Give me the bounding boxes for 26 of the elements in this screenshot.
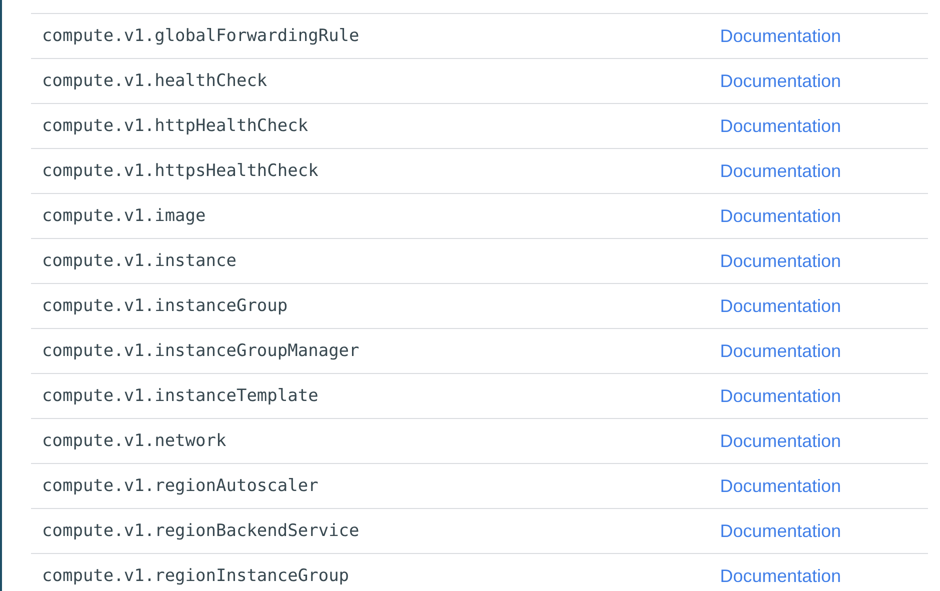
documentation-link[interactable]: Documentation — [720, 70, 842, 92]
documentation-link[interactable]: Documentation — [720, 296, 842, 316]
type-name: compute.v1.httpsHealthCheck — [41, 161, 320, 181]
documentation-link[interactable]: Documentation — [720, 566, 842, 586]
documentation-link[interactable]: Documentation — [720, 26, 842, 46]
type-name: compute.v1.instanceGroupManager — [41, 341, 360, 361]
type-name: compute.v1.healthCheck — [41, 71, 268, 91]
type-name: compute.v1.globalForwardingRule — [41, 26, 360, 46]
type-name: compute.v1.network — [41, 431, 228, 451]
type-name: compute.v1.instanceGroup — [41, 296, 289, 316]
documentation-link[interactable]: Documentation — [720, 250, 842, 272]
documentation-link[interactable]: Documentation — [720, 340, 842, 362]
type-name: compute.v1.regionBackendService — [41, 521, 360, 541]
documentation-link[interactable]: Documentation — [720, 116, 842, 136]
documentation-link[interactable]: Documentation — [720, 206, 842, 226]
type-name: compute.v1.image — [41, 206, 207, 226]
documentation-link[interactable]: Documentation — [720, 520, 842, 542]
type-name: compute.v1.instance — [41, 251, 238, 271]
type-name: compute.v1.instanceTemplate — [41, 386, 320, 406]
type-name: compute.v1.regionInstanceGroup — [41, 566, 350, 586]
documentation-link[interactable]: Documentation — [720, 160, 842, 182]
type-name: compute.v1.httpHealthCheck — [41, 116, 310, 136]
documentation-link[interactable]: Documentation — [720, 476, 842, 496]
type-name: compute.v1.regionAutoscaler — [41, 476, 320, 496]
documentation-link[interactable]: Documentation — [720, 386, 842, 406]
documentation-link[interactable]: Documentation — [720, 430, 842, 452]
